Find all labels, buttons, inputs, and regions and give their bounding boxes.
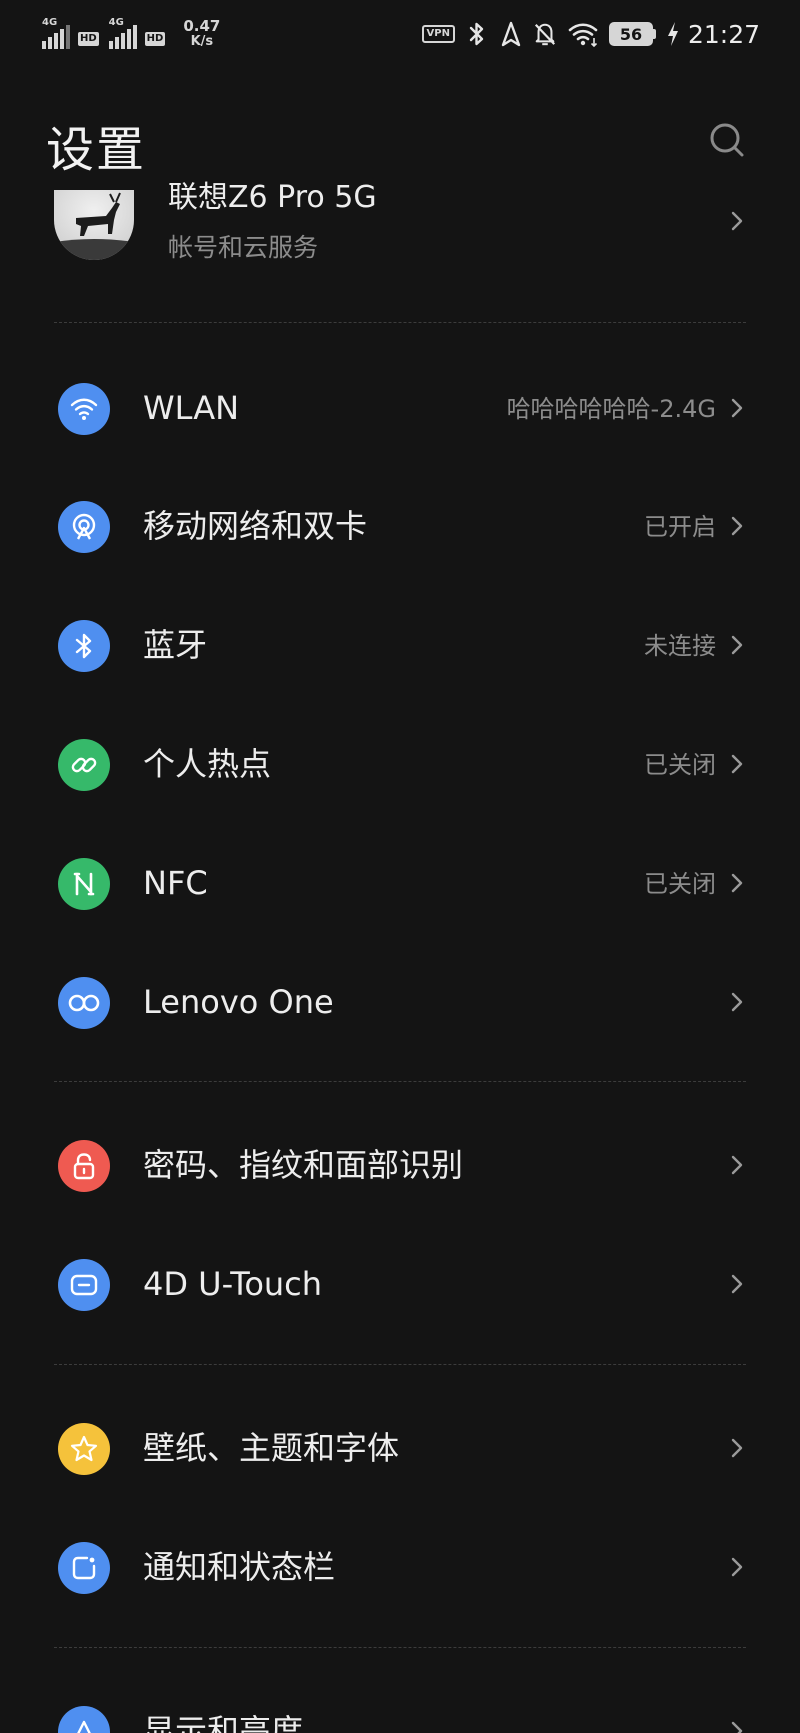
infinity-icon (58, 977, 110, 1029)
chevron-right-icon (731, 1274, 743, 1294)
antenna-icon (58, 501, 110, 553)
settings-item-hotspot[interactable]: 个人热点 已关闭 (0, 708, 800, 816)
link-icon (58, 739, 110, 791)
settings-item-label: 显示和亮度 (143, 1712, 304, 1733)
notification-icon (58, 1542, 110, 1594)
nfc-icon (58, 858, 110, 910)
speed-value: 0.47 (183, 17, 221, 35)
clock: 21:27 (687, 19, 760, 49)
settings-item-label: 移动网络和双卡 (143, 507, 368, 545)
settings-item-mobile-network[interactable]: 移动网络和双卡 已开启 (0, 470, 800, 578)
chevron-right-icon (731, 992, 743, 1012)
settings-item-lenovo-one[interactable]: Lenovo One (0, 946, 800, 1054)
account-subtitle: 帐号和云服务 (168, 233, 319, 262)
sim1-signal-icon (42, 25, 70, 49)
section-divider (54, 1364, 746, 1365)
touch-icon (58, 1259, 110, 1311)
chevron-right-icon (731, 1438, 743, 1458)
star-icon (58, 1423, 110, 1475)
settings-item-label: 通知和状态栏 (143, 1548, 336, 1586)
chevron-right-icon (731, 211, 743, 231)
status-bar: 4G HD 4G HD 0.47 K/s VPN 56 21:27 (0, 0, 800, 68)
sim2-hd-badge: HD (144, 32, 166, 46)
search-button[interactable] (705, 118, 751, 164)
settings-item-label: NFC (143, 864, 208, 902)
chevron-right-icon (731, 1557, 743, 1577)
section-divider (54, 1081, 746, 1082)
settings-item-label: 4D U-Touch (143, 1265, 323, 1303)
settings-item-nfc[interactable]: NFC 已关闭 (0, 827, 800, 935)
settings-item-u-touch[interactable]: 4D U-Touch (0, 1228, 800, 1336)
bluetooth-icon (465, 20, 489, 48)
settings-item-value: 已关闭 (644, 751, 716, 779)
charging-icon (666, 20, 680, 48)
settings-item-label: 个人热点 (143, 745, 272, 783)
chevron-right-icon (731, 635, 743, 655)
chevron-right-icon (731, 873, 743, 893)
sim1-signal: 4G HD (42, 17, 99, 49)
settings-item-wlan[interactable]: WLAN 哈哈哈哈哈哈-2.4G (0, 352, 800, 460)
lock-icon (58, 1140, 110, 1192)
status-right: VPN 56 21:27 (421, 14, 760, 54)
avatar (54, 190, 134, 260)
settings-screen: 4G HD 4G HD 0.47 K/s VPN 56 21:27 设置 联想Z… (0, 0, 800, 1733)
page-title: 设置 (46, 122, 147, 178)
location-icon (499, 20, 523, 48)
sim2-signal-icon (108, 25, 137, 49)
section-divider (54, 1647, 746, 1648)
status-left: 4G HD 4G HD 0.47 K/s (42, 14, 220, 54)
settings-item-bluetooth[interactable]: 蓝牙 未连接 (0, 589, 800, 697)
chevron-right-icon (731, 516, 743, 536)
network-speed: 0.47 K/s (183, 17, 221, 50)
display-icon (58, 1706, 110, 1733)
speed-unit: K/s (190, 34, 214, 49)
mute-icon (533, 20, 557, 48)
settings-item-theme[interactable]: 壁纸、主题和字体 (0, 1392, 800, 1500)
settings-item-label: 蓝牙 (143, 626, 208, 664)
sim1-hd-badge: HD (78, 32, 99, 46)
chevron-right-icon (731, 1155, 743, 1175)
settings-item-value: 哈哈哈哈哈哈-2.4G (506, 395, 716, 423)
settings-item-security[interactable]: 密码、指纹和面部识别 (0, 1109, 800, 1217)
settings-item-value: 已开启 (644, 513, 716, 541)
settings-item-label: WLAN (143, 389, 240, 427)
search-icon (710, 123, 744, 157)
account-name: 联想Z6 Pro 5G (168, 180, 377, 215)
battery-indicator: 56 (608, 22, 656, 46)
chevron-right-icon (731, 754, 743, 774)
wifi-icon (58, 383, 110, 435)
settings-item-display[interactable]: 显示和亮度 (0, 1675, 800, 1733)
chevron-right-icon (731, 398, 743, 418)
battery-level: 56 (608, 22, 653, 46)
sim2-signal: 4G HD (108, 17, 166, 49)
chevron-right-icon (731, 1721, 743, 1733)
vpn-badge: VPN (421, 25, 455, 43)
account-row[interactable]: 联想Z6 Pro 5G 帐号和云服务 (0, 180, 800, 290)
settings-item-notifications[interactable]: 通知和状态栏 (0, 1511, 800, 1619)
wifi-icon (567, 20, 599, 48)
settings-item-label: Lenovo One (143, 983, 334, 1021)
settings-item-label: 密码、指纹和面部识别 (143, 1146, 464, 1184)
bluetooth-icon (58, 620, 110, 672)
section-divider (54, 322, 746, 323)
settings-item-value: 已关闭 (644, 870, 716, 898)
settings-item-label: 壁纸、主题和字体 (143, 1429, 400, 1467)
settings-item-value: 未连接 (644, 632, 716, 660)
